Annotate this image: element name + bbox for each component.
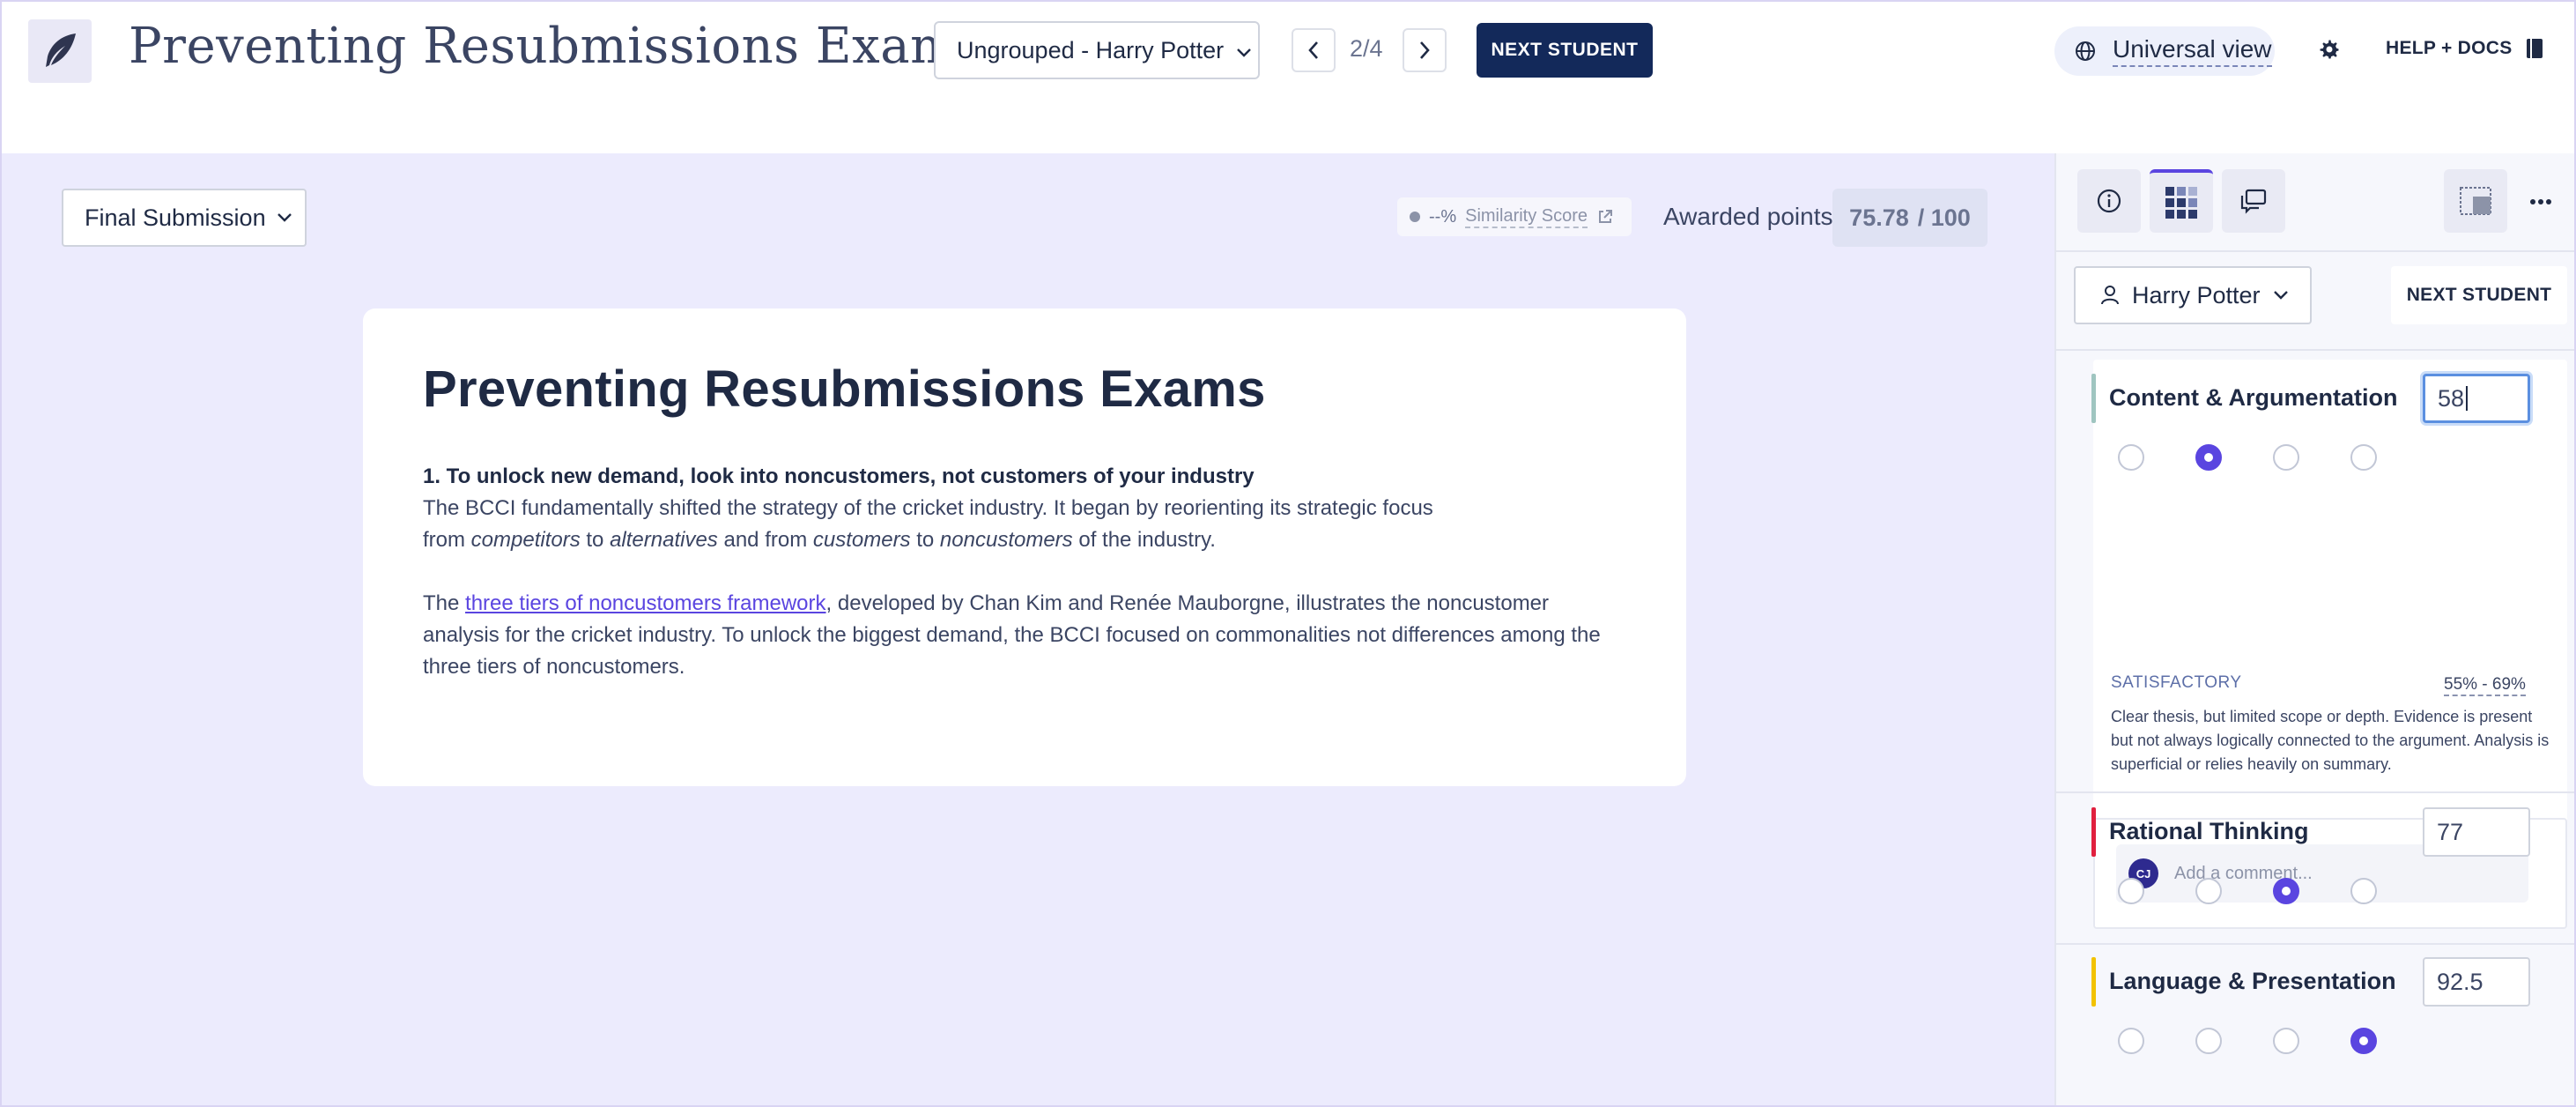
criterion-color-bar [2091, 957, 2096, 1007]
chevron-down-icon [277, 213, 292, 222]
level-description: Clear thesis, but limited scope or depth… [2111, 708, 2550, 773]
text-span: and from [717, 528, 813, 552]
next-student-button[interactable]: NEXT STUDENT [1477, 23, 1653, 78]
universal-view-label: Universal view [2113, 35, 2272, 67]
text-span: customers [812, 528, 911, 552]
similarity-label: Similarity Score [1465, 206, 1588, 228]
criterion-name: Content & Argumentation [2109, 384, 2398, 411]
tab-info[interactable] [2077, 169, 2141, 233]
panel-tabs [2056, 153, 2574, 252]
level-radio[interactable] [2195, 878, 2222, 904]
criterion-name: Language & Presentation [2109, 968, 2396, 994]
document-paragraph: The BCCI fundamentally shifted the strat… [423, 493, 1626, 556]
level-name: SATISFACTORY [2111, 673, 2242, 692]
external-link-icon [1599, 210, 1613, 223]
tab-layout[interactable] [2444, 169, 2507, 233]
book-icon [2526, 39, 2543, 58]
document-title: Preventing Resubmissions Exams [423, 360, 1266, 418]
text-span: from [423, 528, 471, 552]
level-radio[interactable] [2118, 1028, 2144, 1054]
text-span: to [910, 528, 940, 552]
page-title: Preventing Resubmissions Exams [129, 18, 983, 75]
next-student-arrow-button[interactable] [1403, 28, 1447, 72]
submission-viewer: Final Submission --% Similarity Score Aw… [2, 153, 2054, 1105]
level-radio[interactable] [2273, 444, 2299, 471]
level-radio[interactable] [2350, 1028, 2377, 1054]
info-icon [2097, 189, 2121, 213]
student-name: Harry Potter [2132, 281, 2261, 308]
chevron-left-icon [1308, 41, 1318, 59]
criterion-score-value: 58 [2438, 384, 2465, 412]
submission-select-label: Final Submission [85, 204, 266, 231]
criterion-score-input[interactable]: 77 [2423, 807, 2530, 857]
group-select-label: Ungrouped - Harry Potter [957, 36, 1225, 63]
criterion-score-input[interactable]: 58 [2423, 374, 2530, 423]
student-select-dropdown[interactable]: Harry Potter [2074, 266, 2312, 324]
awarded-points-total: / 100 [1917, 204, 1971, 231]
level-radio-group [2118, 878, 2377, 904]
universal-view-toggle[interactable]: Universal view [2054, 26, 2275, 76]
document-paragraph: The three tiers of noncustomers framewor… [423, 588, 1626, 683]
text-span: alternatives [610, 528, 718, 552]
status-dot-icon [1410, 212, 1420, 222]
divider [2056, 349, 2574, 351]
framework-link[interactable]: three tiers of noncustomers framework [465, 591, 826, 615]
group-select-dropdown[interactable]: Ungrouped - Harry Potter [934, 21, 1260, 79]
help-docs-label: HELP + DOCS [2386, 38, 2513, 58]
level-radio-group [2118, 1028, 2377, 1054]
level-radio[interactable] [2273, 878, 2299, 904]
awarded-points-score: 75.78 [1849, 204, 1909, 231]
top-header: Preventing Resubmissions Exams Ungrouped… [2, 2, 2574, 153]
awarded-points-value: 75.78 / 100 [1832, 189, 1988, 247]
submission-document: Preventing Resubmissions Exams 1. To unl… [363, 308, 1686, 786]
text-span: of the industry. [1072, 528, 1216, 552]
criterion-name: Rational Thinking [2109, 818, 2309, 844]
level-radio[interactable] [2350, 444, 2377, 471]
level-radio[interactable] [2195, 1028, 2222, 1054]
grid-icon [2165, 187, 2197, 219]
level-radio[interactable] [2195, 444, 2222, 471]
gear-icon[interactable] [2313, 33, 2345, 65]
layout-icon [2460, 187, 2491, 215]
student-counter: 2/4 [1350, 35, 1383, 62]
globe-icon [2076, 41, 2095, 61]
text-span: noncustomers [939, 528, 1073, 552]
comments-icon [2240, 189, 2267, 214]
level-radio[interactable] [2350, 878, 2377, 904]
more-options-icon[interactable] [2523, 187, 2558, 217]
document-heading: 1. To unlock new demand, look into noncu… [423, 464, 1255, 488]
help-docs-link[interactable]: HELP + DOCS [2386, 37, 2544, 60]
similarity-score-link[interactable]: --% Similarity Score [1397, 197, 1632, 236]
level-radio[interactable] [2118, 878, 2144, 904]
criterion-color-bar [2091, 807, 2096, 857]
text-span: The [423, 591, 466, 615]
criterion-score-input[interactable]: 92.5 [2423, 957, 2530, 1007]
text-span: to [580, 528, 611, 552]
quill-logo-icon[interactable] [28, 19, 92, 83]
level-range: 55% - 69% [2444, 675, 2526, 696]
level-radio[interactable] [2273, 1028, 2299, 1054]
text-span: The BCCI fundamentally shifted the strat… [423, 496, 1433, 520]
level-radio[interactable] [2118, 444, 2144, 471]
prev-student-button[interactable] [1292, 28, 1336, 72]
similarity-value: --% [1429, 206, 1457, 227]
divider [2056, 791, 2574, 793]
divider [2056, 943, 2574, 945]
chevron-down-icon [1236, 37, 1252, 64]
panel-next-student-button[interactable]: NEXT STUDENT [2391, 266, 2567, 324]
grading-panel: Harry Potter NEXT STUDENT SATISFACTORY 5… [2054, 153, 2574, 1105]
submission-select-dropdown[interactable]: Final Submission [62, 189, 307, 247]
chevron-down-icon [2273, 291, 2288, 300]
text-span: competitors [470, 528, 581, 552]
user-icon [2101, 286, 2119, 305]
criterion-color-bar [2091, 374, 2096, 423]
tab-comments[interactable] [2222, 169, 2285, 233]
awarded-points-label: Awarded points [1663, 203, 1833, 230]
level-radio-group [2118, 444, 2377, 471]
chevron-right-icon [1420, 41, 1430, 59]
tab-rubric[interactable] [2150, 169, 2213, 233]
